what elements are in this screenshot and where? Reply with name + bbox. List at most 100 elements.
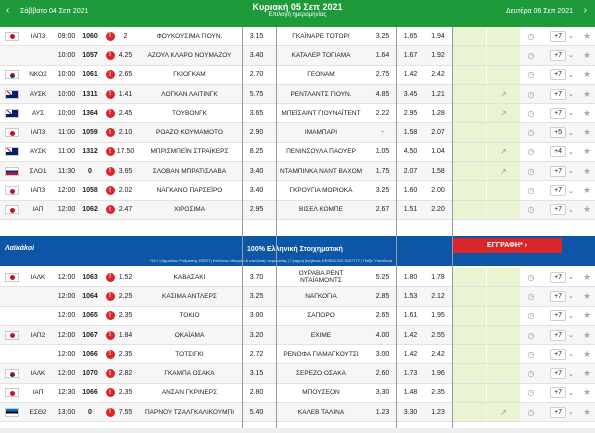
- odd-under[interactable]: 1.94: [425, 27, 451, 45]
- odd-draw[interactable]: 1.23: [368, 403, 397, 421]
- odd-over[interactable]: 1.58: [398, 123, 423, 141]
- odd-home[interactable]: 5.40: [243, 403, 270, 421]
- info-icon[interactable]: !: [104, 307, 116, 325]
- bet-slot-pick[interactable]: [487, 181, 520, 200]
- more-markets-label[interactable]: +7: [550, 69, 567, 81]
- bet-slot[interactable]: [453, 345, 486, 364]
- favorite-star-icon[interactable]: ★: [580, 66, 594, 84]
- odd-under[interactable]: 2.55: [425, 326, 451, 344]
- chevron-down-icon[interactable]: ⌄: [566, 312, 574, 320]
- info-badge[interactable]: !: [105, 31, 115, 41]
- info-icon[interactable]: !: [104, 123, 116, 141]
- odd-over[interactable]: 1.42: [398, 326, 423, 344]
- info-icon[interactable]: !: [104, 181, 116, 199]
- more-markets-button[interactable]: +7 ⌄: [547, 162, 577, 180]
- stats-clock-icon[interactable]: ◷: [524, 123, 538, 141]
- odd-over[interactable]: 1.42: [398, 345, 423, 363]
- more-markets-label[interactable]: +7: [550, 406, 567, 418]
- stats-clock-icon[interactable]: ◷: [524, 104, 538, 122]
- chevron-down-icon[interactable]: ⌄: [566, 51, 574, 59]
- chevron-down-icon[interactable]: ⌄: [566, 331, 574, 339]
- odd-over[interactable]: 2.95: [398, 104, 423, 122]
- more-markets-label[interactable]: +7: [550, 185, 567, 197]
- odd-under[interactable]: 2.00: [425, 181, 451, 199]
- stats-clock-icon[interactable]: ◷: [524, 46, 538, 64]
- odd-draw[interactable]: 2.65: [368, 307, 397, 325]
- odd-over[interactable]: 1.42: [398, 66, 423, 84]
- odd-home[interactable]: 2.95: [243, 201, 270, 219]
- favorite-star-icon[interactable]: ★: [580, 123, 594, 141]
- info-icon[interactable]: !: [104, 162, 116, 180]
- odd-over[interactable]: 1.61: [398, 307, 423, 325]
- info-badge[interactable]: !: [105, 147, 115, 157]
- more-markets-label[interactable]: +7: [550, 329, 567, 341]
- info-icon[interactable]: !: [104, 46, 116, 64]
- stats-clock-icon[interactable]: ◷: [524, 181, 538, 199]
- odd-over[interactable]: 1.60: [398, 181, 423, 199]
- odd-over[interactable]: 1.48: [398, 384, 423, 402]
- info-icon[interactable]: !: [104, 66, 116, 84]
- favorite-star-icon[interactable]: ★: [580, 287, 594, 305]
- more-markets-button[interactable]: +7 ⌄: [547, 364, 577, 382]
- chevron-down-icon[interactable]: ⌄: [566, 408, 574, 416]
- chevron-down-icon[interactable]: ⌄: [566, 32, 574, 40]
- info-icon[interactable]: !: [104, 287, 116, 305]
- odd-under[interactable]: 2.07: [425, 123, 451, 141]
- bet-slot[interactable]: [453, 104, 486, 123]
- odd-home[interactable]: 3.40: [243, 181, 270, 199]
- chevron-down-icon[interactable]: ⌄: [566, 206, 574, 214]
- odd-home[interactable]: 3.20: [243, 326, 270, 344]
- bet-slot-pick[interactable]: [487, 345, 520, 364]
- chevron-down-icon[interactable]: ⌄: [566, 148, 574, 156]
- odd-under[interactable]: 1.95: [425, 307, 451, 325]
- odd-home[interactable]: 2.70: [243, 66, 270, 84]
- chevron-down-icon[interactable]: ⌄: [566, 350, 574, 358]
- chevron-down-icon[interactable]: ⌄: [566, 292, 574, 300]
- stats-clock-icon[interactable]: ◷: [524, 345, 538, 363]
- more-markets-button[interactable]: +7 ⌄: [547, 268, 577, 286]
- chevron-down-icon[interactable]: ⌄: [566, 90, 574, 98]
- odd-over[interactable]: 1.80: [398, 268, 423, 286]
- info-badge[interactable]: !: [105, 330, 115, 340]
- stats-clock-icon[interactable]: ◷: [524, 143, 538, 161]
- info-icon[interactable]: !: [104, 27, 116, 45]
- bet-slot[interactable]: [453, 46, 486, 65]
- info-icon[interactable]: !: [104, 384, 116, 402]
- stats-clock-icon[interactable]: ◷: [524, 201, 538, 219]
- bet-slot[interactable]: [453, 306, 486, 325]
- info-icon[interactable]: !: [104, 104, 116, 122]
- info-badge[interactable]: !: [105, 388, 115, 398]
- bet-slot[interactable]: [453, 200, 486, 219]
- info-badge[interactable]: !: [105, 311, 115, 321]
- info-badge[interactable]: !: [105, 186, 115, 196]
- odd-under[interactable]: 1.23: [425, 403, 451, 421]
- more-markets-button[interactable]: +7 ⌄: [547, 287, 577, 305]
- info-badge[interactable]: !: [105, 50, 115, 60]
- bet-slot[interactable]: [453, 268, 486, 287]
- odd-over[interactable]: 4.50: [398, 143, 423, 161]
- bet-slot-pick[interactable]: ↗: [487, 162, 520, 181]
- bet-slot[interactable]: [453, 65, 486, 84]
- odd-under[interactable]: 1.92: [425, 46, 451, 64]
- chevron-down-icon[interactable]: ⌄: [566, 389, 574, 397]
- odd-draw[interactable]: 1.64: [368, 46, 397, 64]
- odd-draw[interactable]: 2.22: [368, 104, 397, 122]
- odd-under[interactable]: 2.42: [425, 345, 451, 363]
- more-markets-button[interactable]: +5 ⌄: [547, 123, 577, 141]
- bet-slot[interactable]: [453, 364, 486, 383]
- odd-home[interactable]: 8.25: [243, 143, 270, 161]
- odd-over[interactable]: 1.65: [398, 27, 423, 45]
- favorite-star-icon[interactable]: ★: [580, 162, 594, 180]
- favorite-star-icon[interactable]: ★: [580, 326, 594, 344]
- odd-draw[interactable]: 3.00: [368, 345, 397, 363]
- favorite-star-icon[interactable]: ★: [580, 268, 594, 286]
- favorite-star-icon[interactable]: ★: [580, 201, 594, 219]
- bet-slot-pick[interactable]: [487, 287, 520, 306]
- stats-clock-icon[interactable]: ◷: [524, 326, 538, 344]
- bet-slot-pick[interactable]: [487, 268, 520, 287]
- odd-draw[interactable]: -: [368, 123, 397, 141]
- more-markets-button[interactable]: +7 ⌄: [547, 66, 577, 84]
- odd-home[interactable]: 5.75: [243, 85, 270, 103]
- more-markets-label[interactable]: +7: [550, 387, 567, 399]
- bet-slot-pick[interactable]: ↗: [487, 84, 520, 104]
